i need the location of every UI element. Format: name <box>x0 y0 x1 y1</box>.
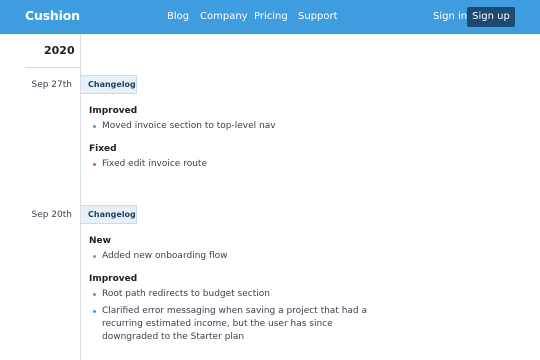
entry-date: Sep 27th <box>31 80 72 90</box>
list-item-text: Fixed edit invoice route <box>102 159 207 169</box>
section-heading-fixed: Fixed <box>89 144 117 154</box>
list-item-text: Moved invoice section to top-level nav <box>102 121 276 131</box>
year-heading: 2020 <box>44 44 75 57</box>
year-divider <box>25 67 80 68</box>
list-item: Root path redirects to budget section <box>93 288 393 301</box>
top-navbar: Cushion Blog Company Pricing Support Sig… <box>0 0 540 34</box>
nav-link-blog[interactable]: Blog <box>167 11 189 22</box>
section-heading-new: New <box>89 236 111 246</box>
list-item: Added new onboarding flow <box>93 250 393 263</box>
section-heading-improved: Improved <box>89 274 138 284</box>
list-item: Clarified error messaging when saving a … <box>93 305 388 344</box>
section-heading-improved: Improved <box>89 106 138 116</box>
bullet-icon <box>93 255 96 258</box>
nav-link-pricing[interactable]: Pricing <box>254 11 288 22</box>
bullet-icon <box>93 163 96 166</box>
list-item-text: Root path redirects to budget section <box>102 289 270 299</box>
nav-link-company[interactable]: Company <box>200 11 248 22</box>
list-item: Fixed edit invoice route <box>93 158 393 171</box>
bullet-icon <box>93 125 96 128</box>
list-item-text: Clarified error messaging when saving a … <box>102 306 368 342</box>
bullet-icon <box>93 310 96 313</box>
sign-in-link[interactable]: Sign in <box>433 11 467 22</box>
bullet-icon <box>93 293 96 296</box>
logo[interactable]: Cushion <box>25 8 80 23</box>
entry-date: Sep 20th <box>31 210 72 220</box>
sign-up-button[interactable]: Sign up <box>467 7 515 27</box>
list-item: Moved invoice section to top-level nav <box>93 120 393 133</box>
changelog-badge: Changelog <box>81 75 137 94</box>
nav-link-support[interactable]: Support <box>298 11 338 22</box>
list-item-text: Added new onboarding flow <box>102 251 228 261</box>
changelog-badge: Changelog <box>81 205 137 224</box>
